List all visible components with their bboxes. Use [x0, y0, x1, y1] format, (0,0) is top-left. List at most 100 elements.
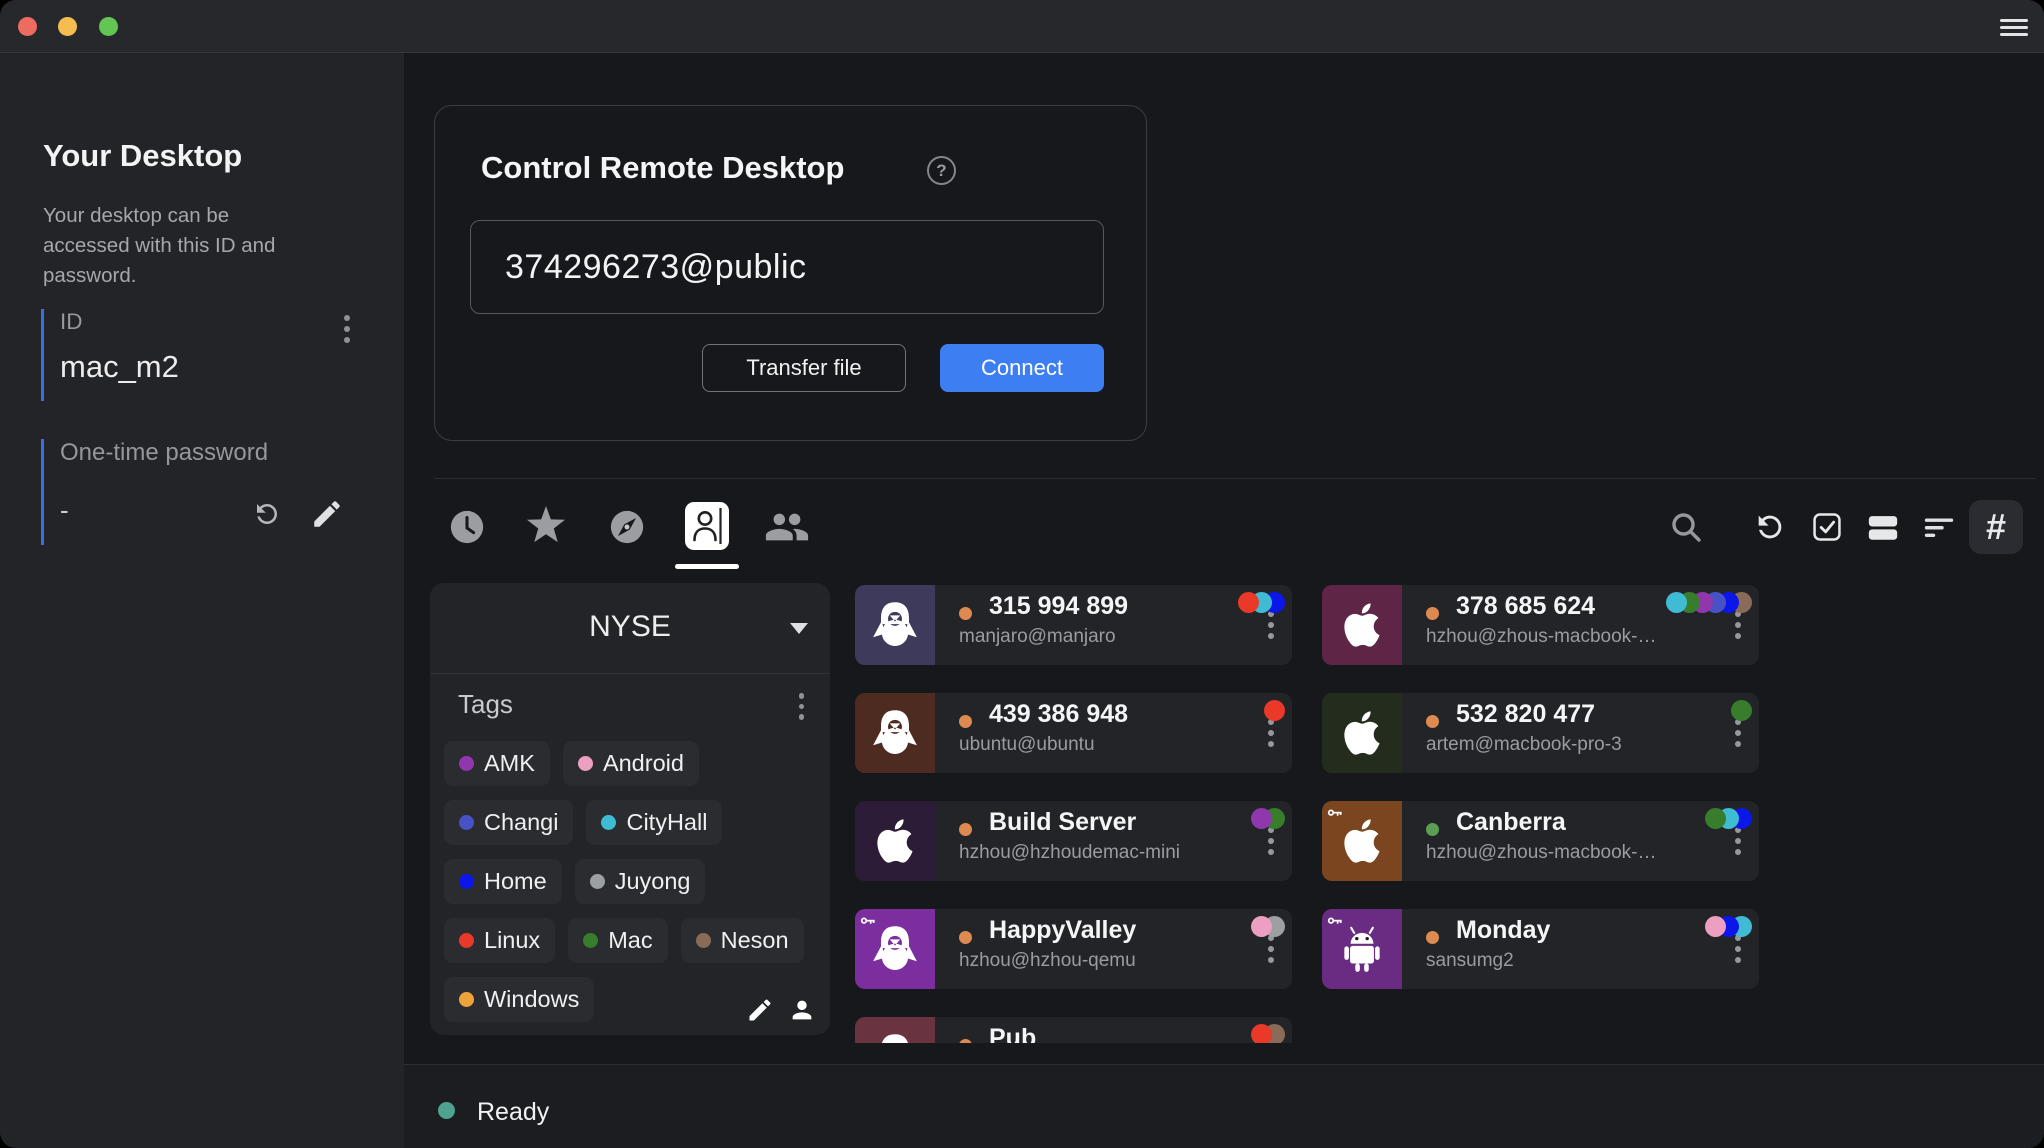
- tag-chip[interactable]: Neson: [681, 918, 804, 963]
- statusbar: Ready: [404, 1064, 2044, 1148]
- peer-card[interactable]: 378 685 624 hzhou@zhous-macbook-…: [1322, 585, 1759, 665]
- tag-chip[interactable]: Juyong: [575, 859, 706, 904]
- tag-chip[interactable]: Windows: [444, 977, 594, 1022]
- sidebar-description: Your desktop can be accessed with this I…: [43, 201, 298, 291]
- peer-menu-button[interactable]: [1268, 719, 1274, 747]
- tag-color-dot: [590, 874, 605, 889]
- peer-os-tile: [1322, 801, 1402, 881]
- tab-discovered[interactable]: [608, 508, 646, 551]
- refresh-password-icon[interactable]: [252, 499, 282, 534]
- grid-view-button[interactable]: [1969, 500, 2023, 554]
- control-title: Control Remote Desktop: [481, 150, 844, 186]
- peer-grid: 315 994 899 manjaro@manjaro 378 685 624 …: [855, 585, 1759, 1043]
- peer-name: Pub: [989, 1024, 1036, 1043]
- tag-label: CityHall: [626, 809, 707, 836]
- tab-recent-sessions[interactable]: [448, 508, 486, 551]
- tags-menu-button[interactable]: [799, 693, 805, 720]
- help-icon[interactable]: [927, 156, 956, 185]
- minimize-window-button[interactable]: [58, 17, 77, 36]
- compass-icon: [608, 508, 646, 546]
- select-peer-icon[interactable]: [788, 996, 816, 1029]
- tag-chip[interactable]: Changi: [444, 800, 573, 845]
- transfer-file-button[interactable]: Transfer file: [702, 344, 906, 392]
- tag-label: Linux: [484, 927, 540, 954]
- tab-group[interactable]: [764, 504, 810, 555]
- peer-menu-button[interactable]: [1735, 827, 1741, 855]
- peer-os-tile: [855, 909, 935, 989]
- peer-hostname: sansumg2: [1426, 950, 1514, 972]
- address-book-dropdown[interactable]: NYSE: [430, 583, 830, 673]
- peer-card[interactable]: 315 994 899 manjaro@manjaro: [855, 585, 1292, 665]
- peer-card[interactable]: Pub: [855, 1017, 1292, 1043]
- id-menu-button[interactable]: [344, 315, 350, 343]
- peer-card[interactable]: 439 386 948 ubuntu@ubuntu: [855, 693, 1292, 773]
- tag-color-dot: [459, 933, 474, 948]
- search-button[interactable]: [1668, 509, 1704, 550]
- peer-menu-button[interactable]: [1268, 935, 1274, 963]
- connection-status-text: Ready: [477, 1098, 549, 1127]
- remote-id-input[interactable]: [470, 220, 1104, 314]
- tag-label: Android: [603, 750, 684, 777]
- tag-color-dot: [583, 933, 598, 948]
- peer-hostname: hzhou@hzhoudemac-mini: [959, 842, 1180, 864]
- peer-status-dot: [1426, 607, 1439, 620]
- tags-actions: [746, 996, 816, 1029]
- connect-button[interactable]: Connect: [940, 344, 1104, 392]
- zoom-window-button[interactable]: [99, 17, 118, 36]
- peer-menu-button[interactable]: [1735, 611, 1741, 639]
- peer-card[interactable]: Monday sansumg2: [1322, 909, 1759, 989]
- password-value: -: [60, 495, 340, 526]
- app-window: Your Desktop Your desktop can be accesse…: [0, 0, 2044, 1148]
- key-badge: [1327, 806, 1343, 827]
- close-window-button[interactable]: [18, 17, 37, 36]
- peer-name: 315 994 899: [989, 592, 1128, 621]
- tags-heading: Tags: [458, 689, 513, 720]
- tag-color-dot: [578, 756, 593, 771]
- edit-password-icon[interactable]: [310, 497, 344, 536]
- tag-chip[interactable]: AMK: [444, 741, 550, 786]
- tag-label: Mac: [608, 927, 652, 954]
- peer-card[interactable]: HappyValley hzhou@hzhou-qemu: [855, 909, 1292, 989]
- peer-menu-button[interactable]: [1268, 611, 1274, 639]
- select-button[interactable]: [1811, 511, 1843, 548]
- peer-os-tile: [1322, 693, 1402, 773]
- peer-status-dot: [959, 1039, 972, 1043]
- edit-tags-icon[interactable]: [746, 996, 774, 1029]
- peer-card[interactable]: Build Server hzhou@hzhoudemac-mini: [855, 801, 1292, 881]
- hamburger-menu-icon[interactable]: [2000, 19, 2028, 35]
- peer-tag-dots: [1705, 916, 1752, 937]
- peer-menu-button[interactable]: [1268, 827, 1274, 855]
- peer-card[interactable]: 532 820 477 artem@macbook-pro-3: [1322, 693, 1759, 773]
- tag-chip[interactable]: Mac: [568, 918, 667, 963]
- key-icon: [1327, 806, 1343, 822]
- section-divider: [434, 478, 2036, 479]
- tag-chip[interactable]: CityHall: [586, 800, 722, 845]
- address-book-panel: NYSE Tags AMK Android Changi CityHall Ho…: [430, 583, 830, 1035]
- tab-address-book[interactable]: [685, 502, 729, 550]
- peer-os-tile: [855, 585, 935, 665]
- peer-status-dot: [959, 823, 972, 836]
- peer-hostname: artem@macbook-pro-3: [1426, 734, 1622, 756]
- one-time-password-block: One-time password -: [41, 439, 340, 545]
- peer-card[interactable]: Canberra hzhou@zhous-macbook-…: [1322, 801, 1759, 881]
- peer-name: 378 685 624: [1456, 592, 1595, 621]
- peer-menu-button[interactable]: [1735, 935, 1741, 963]
- tag-chip[interactable]: Linux: [444, 918, 555, 963]
- id-label: ID: [60, 309, 340, 335]
- peer-hostname: ubuntu@ubuntu: [959, 734, 1095, 756]
- tag-chip[interactable]: Home: [444, 859, 562, 904]
- peer-tag-dots: [1251, 1024, 1285, 1043]
- checkbox-icon: [1811, 511, 1843, 543]
- tab-favorites[interactable]: [525, 505, 567, 552]
- peer-menu-button[interactable]: [1735, 719, 1741, 747]
- sort-button[interactable]: [1922, 510, 1956, 549]
- tag-chip[interactable]: Android: [563, 741, 699, 786]
- active-tab-underline: [675, 564, 739, 569]
- tag-color-dot: [696, 933, 711, 948]
- refresh-button[interactable]: [1753, 510, 1787, 549]
- device-id-block: ID mac_m2: [41, 309, 340, 401]
- tag-list: AMK Android Changi CityHall Home Juyong …: [444, 741, 818, 1022]
- peer-grid-viewport: 315 994 899 manjaro@manjaro 378 685 624 …: [855, 585, 1759, 1043]
- card-view-button[interactable]: [1866, 510, 1900, 549]
- key-icon: [1327, 914, 1343, 930]
